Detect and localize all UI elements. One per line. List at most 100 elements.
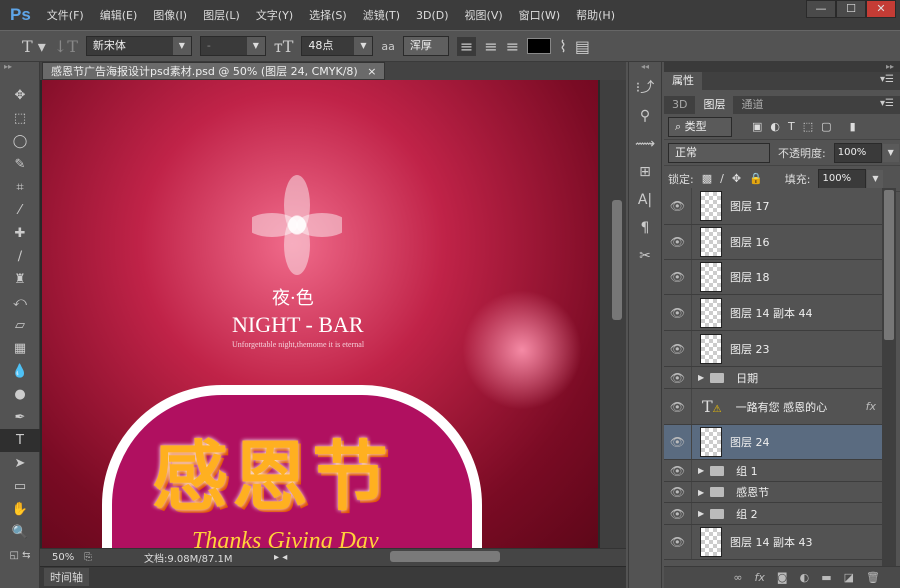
warp-text-icon[interactable]: ⌇ — [559, 37, 567, 56]
history-panel-icon[interactable]: ⁝⤴ — [629, 74, 661, 102]
filter-smart-object-icon[interactable]: ▢ — [821, 120, 831, 133]
filter-pixel-icon[interactable]: ▣ — [752, 120, 762, 133]
filter-shape-icon[interactable]: ⬚ — [803, 120, 813, 133]
fill-input[interactable]: 100% ▼ — [818, 168, 884, 189]
paragraph-icon[interactable]: ¶ — [629, 214, 661, 242]
pen-tool-icon[interactable]: ✒ — [0, 406, 40, 429]
align-right-icon[interactable]: ≡ — [506, 37, 519, 56]
menu-file[interactable]: 文件(F) — [47, 7, 84, 23]
layer-row[interactable]: 👁 图层 14 副本 44 — [664, 295, 882, 331]
menu-3d[interactable]: 3D(D) — [416, 9, 449, 22]
marquee-tool-icon[interactable]: ⬚ — [0, 107, 40, 130]
tab-layers[interactable]: 图层 — [695, 96, 734, 114]
tool-presets-icon[interactable]: ✂ — [629, 242, 661, 270]
lasso-tool-icon[interactable]: ◯ — [0, 130, 40, 153]
character-panel-icon[interactable]: ▤ — [575, 37, 590, 56]
toggle-orientation-icon[interactable]: ↓T — [54, 37, 78, 56]
visibility-eye-icon[interactable]: 👁 — [664, 460, 692, 481]
dodge-tool-icon[interactable]: ● — [0, 383, 40, 406]
layer-group-row[interactable]: 👁 ▶ 日期 — [664, 367, 882, 389]
history-brush-icon[interactable]: ⤺ — [0, 291, 40, 314]
menu-layer[interactable]: 图层(L) — [203, 7, 240, 23]
add-mask-icon[interactable]: ◙ — [777, 571, 788, 584]
clone-source-icon[interactable]: ⊞ — [629, 158, 661, 186]
visibility-eye-icon[interactable]: 👁 — [664, 225, 692, 259]
collapse-icon[interactable]: ◂◂ — [629, 62, 661, 74]
new-layer-icon[interactable]: ◪ — [844, 571, 854, 584]
visibility-eye-icon[interactable]: 👁 — [664, 389, 692, 424]
layer-group-row[interactable]: 👁 ▶ 感恩节 — [664, 482, 882, 503]
font-size-select[interactable]: 48点 ▼ — [301, 36, 374, 56]
antialias-select[interactable]: 浑厚 — [402, 36, 449, 56]
menu-help[interactable]: 帮助(H) — [576, 7, 615, 23]
panel-menu-icon[interactable]: ▾☰ — [880, 98, 894, 109]
text-color-swatch[interactable] — [527, 38, 552, 54]
minimize-button[interactable]: — — [806, 0, 836, 18]
canvas-artwork[interactable]: 夜·色 NIGHT - BAR Unforgettable night,them… — [42, 80, 598, 548]
menu-edit[interactable]: 编辑(E) — [100, 7, 138, 23]
swap-colors-icon[interactable]: ◱ ⇆ — [0, 544, 40, 567]
tab-3d[interactable]: 3D — [664, 96, 695, 114]
healing-brush-icon[interactable]: ✚ — [0, 222, 40, 245]
layer-row[interactable]: 👁 T⚠ 一路有您 感恩的心 fx — [664, 389, 882, 425]
layer-row[interactable]: 👁 图层 23 — [664, 331, 882, 367]
move-tool-icon[interactable]: ✥ — [0, 84, 40, 107]
fx-icon[interactable]: fx — [866, 400, 876, 413]
crop-tool-icon[interactable]: ⌗ — [0, 176, 40, 199]
layer-group-row[interactable]: 👁 ▶ 组 2 — [664, 503, 882, 525]
layer-group-row[interactable]: 👁 ▶ 组 1 — [664, 460, 882, 482]
expand-arrow-icon[interactable]: ▶ — [698, 373, 704, 382]
add-style-icon[interactable]: fx — [755, 571, 765, 584]
blur-tool-icon[interactable]: 💧 — [0, 360, 40, 383]
brush-panel-icon[interactable]: ⟿ — [629, 130, 661, 158]
filter-type-icon[interactable]: T — [788, 120, 795, 133]
menu-type[interactable]: 文字(Y) — [256, 7, 293, 23]
font-family-select[interactable]: 新宋体 ▼ — [85, 36, 192, 56]
blend-mode-select[interactable]: 正常 — [668, 142, 770, 163]
shape-tool-icon[interactable]: ▭ — [0, 475, 40, 498]
chevron-down-icon[interactable]: ▼ — [882, 143, 899, 162]
adjustment-layer-icon[interactable]: ◐ — [800, 571, 810, 584]
visibility-eye-icon[interactable]: 👁 — [664, 482, 692, 502]
menu-view[interactable]: 视图(V) — [465, 7, 503, 23]
lock-position-icon[interactable]: ✥ — [732, 172, 741, 185]
menu-filter[interactable]: 滤镜(T) — [363, 7, 400, 23]
filter-kind-select[interactable]: ⌕ 类型 — [668, 116, 732, 137]
expand-arrow-icon[interactable]: ▶ — [698, 466, 704, 475]
tab-properties[interactable]: 属性 — [664, 72, 702, 90]
close-tab-icon[interactable]: × — [367, 65, 376, 78]
layer-row-selected[interactable]: 👁 图层 24 — [664, 425, 882, 460]
align-left-icon[interactable]: ≡ — [456, 36, 477, 56]
close-button[interactable]: ✕ — [866, 0, 896, 18]
collapse-icon[interactable]: ▸▸ — [664, 62, 900, 72]
chevron-down-icon[interactable]: ▼ — [867, 169, 884, 188]
delete-layer-icon[interactable]: 🗑 — [866, 571, 880, 584]
zoom-level[interactable]: 50% — [40, 552, 84, 563]
collapse-icon[interactable]: ▸▸ — [0, 62, 39, 84]
menu-window[interactable]: 窗口(W) — [519, 7, 560, 23]
visibility-eye-icon[interactable]: 👁 — [664, 188, 692, 224]
maximize-button[interactable]: ☐ — [836, 0, 866, 18]
share-icon[interactable]: ⎘ — [84, 552, 144, 563]
visibility-eye-icon[interactable]: 👁 — [664, 295, 692, 330]
lock-transparent-icon[interactable]: ▩ — [702, 172, 712, 185]
layers-scroll-thumb[interactable] — [884, 190, 894, 340]
document-tab[interactable]: 感恩节广告海报设计psd素材.psd @ 50% (图层 24, CMYK/8)… — [42, 62, 386, 80]
font-style-select[interactable]: - ▼ — [199, 36, 266, 56]
visibility-eye-icon[interactable]: 👁 — [664, 260, 692, 294]
expand-arrow-icon[interactable]: ▶ — [698, 509, 704, 518]
lock-image-icon[interactable]: ∕ — [720, 172, 724, 185]
type-tool-icon[interactable]: T — [0, 429, 40, 452]
gradient-tool-icon[interactable]: ▦ — [0, 337, 40, 360]
type-tool-preset-icon[interactable]: T ▾ — [22, 37, 46, 56]
eyedropper-tool-icon[interactable]: ⁄ — [0, 199, 40, 222]
clone-stamp-icon[interactable]: ♜ — [0, 268, 40, 291]
brush-presets-icon[interactable]: ⚲ — [629, 102, 661, 130]
visibility-eye-icon[interactable]: 👁 — [664, 503, 692, 524]
panel-menu-icon[interactable]: ▾☰ — [880, 74, 894, 85]
link-layers-icon[interactable]: ∞ — [733, 571, 742, 584]
eraser-tool-icon[interactable]: ▱ — [0, 314, 40, 337]
hand-tool-icon[interactable]: ✋ — [0, 498, 40, 521]
vertical-scroll-thumb[interactable] — [612, 200, 622, 320]
opacity-input[interactable]: 100% ▼ — [833, 142, 899, 163]
